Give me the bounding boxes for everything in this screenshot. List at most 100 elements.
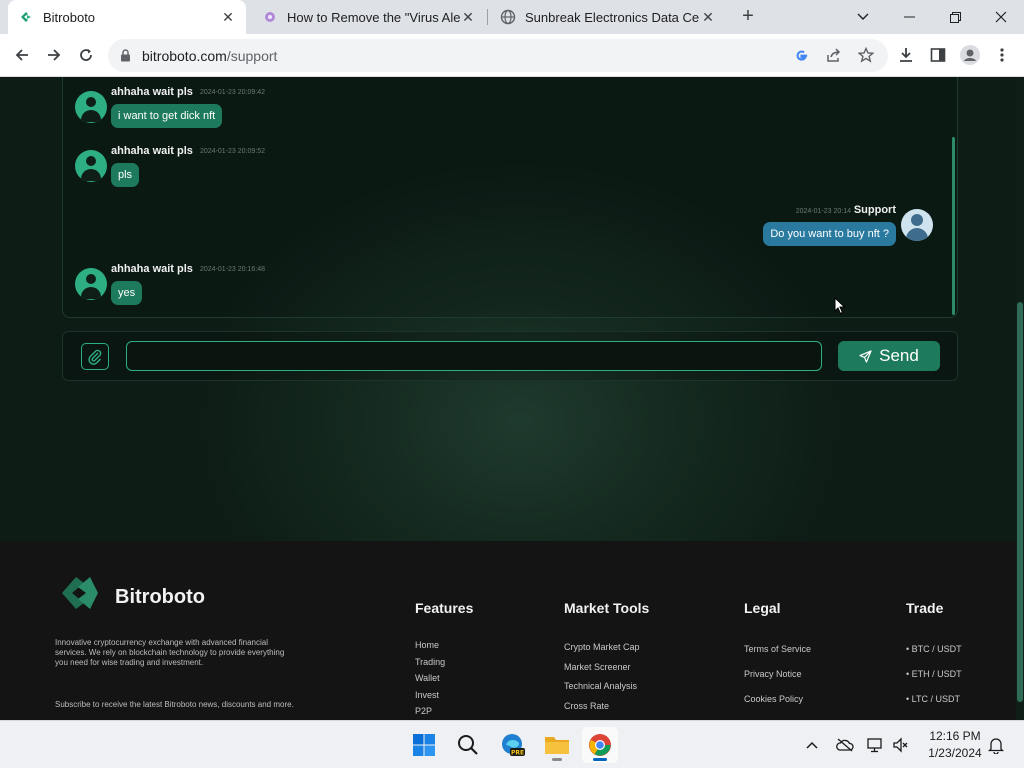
start-button[interactable] <box>406 727 442 763</box>
footer-link[interactable]: Home <box>415 640 439 650</box>
share-icon[interactable] <box>826 48 842 63</box>
star-icon[interactable] <box>858 47 874 63</box>
footer-link[interactable]: • LTC / USDT <box>906 694 960 704</box>
clock-time[interactable]: 12:16 PM <box>920 729 990 743</box>
minimize-button[interactable] <box>886 0 932 34</box>
clock-date[interactable]: 1/23/2024 <box>920 746 990 760</box>
footer-heading: Features <box>415 600 474 616</box>
reload-button[interactable] <box>74 43 98 67</box>
user-avatar-icon <box>75 268 107 300</box>
url-text[interactable]: bitroboto.com/support <box>142 48 277 64</box>
search-icon <box>458 735 478 755</box>
close-window-button[interactable] <box>978 0 1024 34</box>
forward-button[interactable] <box>42 43 66 67</box>
file-explorer-icon <box>545 737 569 754</box>
start-icon <box>413 734 435 756</box>
footer-brand[interactable]: Bitroboto <box>115 586 205 609</box>
tab-title: Bitroboto <box>43 9 96 25</box>
tab-separator <box>487 9 488 25</box>
footer-link[interactable]: Crypto Market Cap <box>564 642 640 652</box>
profile-button[interactable] <box>958 43 982 67</box>
browser-toolbar: bitroboto.com/support <box>0 34 1024 77</box>
footer-heading: Legal <box>744 600 781 616</box>
footer-link[interactable]: Technical Analysis <box>564 681 637 691</box>
send-label: Send <box>879 346 919 365</box>
url-path: /support <box>226 48 278 64</box>
onedrive-offline-icon <box>836 738 854 752</box>
side-panel-icon <box>930 48 946 62</box>
onedrive-button[interactable] <box>835 735 855 755</box>
new-tab-button[interactable]: + <box>738 6 758 26</box>
tab-bitroboto[interactable]: Bitroboto ✕ <box>8 0 246 34</box>
message-timestamp: 2024-01-23 20:14 <box>795 208 851 215</box>
svg-text:PRE: PRE <box>511 749 524 756</box>
send-button[interactable]: Send <box>838 341 940 371</box>
close-icon[interactable]: ✕ <box>700 9 716 26</box>
page-content: ahhaha wait pls 2024-01-23 20:09:42 i wa… <box>0 77 1024 720</box>
footer-link[interactable]: Terms of Service <box>744 644 811 654</box>
side-panel-button[interactable] <box>926 43 950 67</box>
paper-plane-icon <box>859 349 872 363</box>
edge-preview-button[interactable]: PRE <box>495 727 531 763</box>
footer-link[interactable]: Wallet <box>415 673 440 683</box>
footer-link[interactable]: Cross Rate <box>564 701 609 711</box>
close-icon[interactable]: ✕ <box>460 9 476 26</box>
url-host: bitroboto.com <box>142 48 227 64</box>
user-avatar-icon <box>75 91 107 123</box>
tab-title: How to Remove the "Virus Alert f <box>287 9 460 25</box>
page-scrollbar-thumb[interactable] <box>1017 302 1023 702</box>
close-icon[interactable]: ✕ <box>220 9 236 26</box>
footer-link[interactable]: • ETH / USDT <box>906 669 962 679</box>
tab-virus-alert-guide[interactable]: How to Remove the "Virus Alert f ✕ <box>252 0 486 34</box>
back-button[interactable] <box>10 43 34 67</box>
footer-heading: Market Tools <box>564 600 650 616</box>
bitroboto-logo-icon <box>62 577 98 609</box>
downloads-button[interactable] <box>894 43 918 67</box>
tab-sunbreak-data-center[interactable]: Sunbreak Electronics Data Center ✕ <box>490 0 726 34</box>
footer-link[interactable]: Privacy Notice <box>744 669 802 679</box>
tab-search-button[interactable] <box>840 0 886 34</box>
message-author: ahhaha wait pls <box>111 145 193 157</box>
lock-icon <box>121 49 130 62</box>
attach-button[interactable] <box>81 343 109 370</box>
message-bubble: yes <box>111 281 143 305</box>
chrome-menu-button[interactable] <box>990 43 1014 67</box>
restore-button[interactable] <box>932 0 978 34</box>
chat-history-panel[interactable]: ahhaha wait pls 2024-01-23 20:09:42 i wa… <box>62 77 958 318</box>
footer-heading: Trade <box>906 600 944 616</box>
footer-link[interactable]: Cookies Policy <box>744 694 803 704</box>
footer-link[interactable]: Invest <box>415 690 439 700</box>
profile-avatar-icon <box>960 45 980 65</box>
file-explorer-button[interactable] <box>539 727 575 763</box>
footer-subscribe-text: Subscribe to receive the latest Bitrobot… <box>55 700 294 709</box>
message-author: ahhaha wait pls <box>111 263 193 275</box>
message-timestamp: 2024-01-23 20:09:42 <box>200 89 265 96</box>
volume-button[interactable] <box>891 735 911 755</box>
user-avatar-icon <box>75 150 107 182</box>
restore-icon <box>949 11 961 23</box>
footer-link[interactable]: • BTC / USDT <box>906 644 962 654</box>
page-scrollbar[interactable] <box>1016 77 1024 720</box>
spyware-guide-icon <box>265 12 275 22</box>
support-avatar-icon <box>901 209 933 241</box>
message-timestamp: 2024-01-23 20:16:48 <box>200 266 265 273</box>
google-icon[interactable] <box>794 48 809 63</box>
show-hidden-icons-button[interactable] <box>802 735 822 755</box>
network-button[interactable] <box>866 735 886 755</box>
message-input[interactable] <box>126 341 822 371</box>
message-bubble: pls <box>111 163 140 187</box>
chrome-taskbar-button[interactable] <box>582 727 618 763</box>
message-bubble: Do you want to buy nft ? <box>763 222 896 246</box>
network-icon <box>867 738 882 753</box>
kebab-menu-icon <box>1000 48 1004 62</box>
footer-link[interactable]: Market Screener <box>564 662 631 672</box>
message-author: Support <box>853 204 896 216</box>
taskbar-search-button[interactable] <box>450 727 486 763</box>
notifications-button[interactable] <box>986 735 1006 755</box>
chat-scrollbar-thumb[interactable] <box>952 137 955 315</box>
edge-pre-icon: PRE <box>502 734 525 756</box>
address-bar[interactable]: bitroboto.com/support <box>108 39 888 72</box>
footer-link[interactable]: P2P <box>415 706 432 716</box>
message-bubble: i want to get dick nft <box>111 104 223 128</box>
footer-link[interactable]: Trading <box>415 657 445 667</box>
